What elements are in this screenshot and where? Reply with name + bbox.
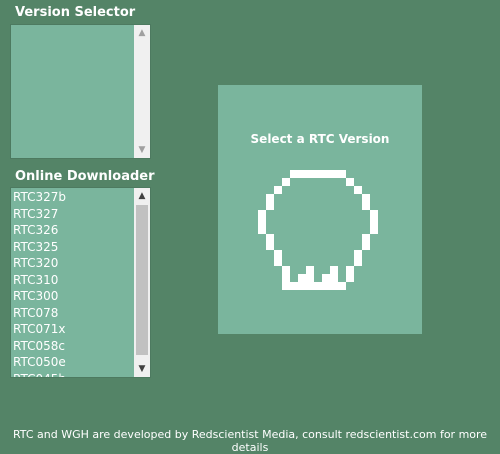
- list-item[interactable]: RTC050e: [13, 354, 134, 371]
- skull-pixel: [306, 266, 314, 282]
- online-downloader-list[interactable]: RTC327b RTC327 RTC326 RTC325 RTC320 RTC310 RTC…: [10, 187, 151, 378]
- skull-pixel: [258, 210, 266, 234]
- skull-pixel: [282, 178, 290, 186]
- online-downloader-scrollbar[interactable]: ▲ ▼: [134, 188, 150, 377]
- skull-pixel: [290, 170, 346, 178]
- skull-pixel: [354, 186, 362, 194]
- scroll-down-arrow-icon[interactable]: ▼: [134, 142, 150, 158]
- skull-pixel: [330, 266, 338, 282]
- skull-pixel: [370, 210, 378, 234]
- scroll-up-arrow-icon[interactable]: ▲: [134, 188, 150, 204]
- version-selector-list[interactable]: ▲ ▼: [10, 24, 151, 159]
- footer-credits: RTC and WGH are developed by Redscientis…: [12, 428, 488, 454]
- list-item[interactable]: RTC058c: [13, 338, 134, 355]
- skull-pixel: [322, 274, 330, 282]
- list-item[interactable]: RTC300: [13, 288, 134, 305]
- scroll-down-arrow-icon[interactable]: ▼: [134, 361, 150, 377]
- scroll-up-arrow-icon[interactable]: ▲: [134, 25, 150, 41]
- list-item[interactable]: RTC320: [13, 255, 134, 272]
- list-item[interactable]: RTC327: [13, 206, 134, 223]
- list-item[interactable]: RTC078: [13, 305, 134, 322]
- skull-pixel: [354, 250, 362, 266]
- skull-pixel: [266, 234, 274, 250]
- version-panel: Select a RTC Version: [218, 85, 422, 334]
- list-item[interactable]: RTC071x: [13, 321, 134, 338]
- skull-pixel: [274, 186, 282, 194]
- online-downloader-title: Online Downloader: [15, 169, 155, 184]
- list-item[interactable]: RTC327b: [13, 189, 134, 206]
- skull-pixel: [298, 274, 306, 282]
- panel-title: Select a RTC Version: [250, 132, 390, 146]
- list-item[interactable]: RTC045b: [13, 371, 134, 378]
- list-item[interactable]: RTC325: [13, 239, 134, 256]
- skull-pixel: [274, 250, 282, 266]
- online-downloader-items: RTC327b RTC327 RTC326 RTC325 RTC320 RTC310 RTC…: [13, 189, 134, 378]
- skull-pixel: [362, 234, 370, 250]
- version-selector-title: Version Selector: [15, 5, 136, 20]
- skull-pixel: [282, 282, 346, 290]
- list-item[interactable]: RTC310: [13, 272, 134, 289]
- scroll-thumb[interactable]: [136, 205, 148, 355]
- pixel-skull-icon: [258, 170, 378, 290]
- list-item[interactable]: RTC326: [13, 222, 134, 239]
- skull-pixel: [362, 194, 370, 210]
- skull-pixel: [266, 194, 274, 210]
- skull-pixel: [346, 178, 354, 186]
- version-selector-scrollbar[interactable]: ▲ ▼: [134, 25, 150, 158]
- skull-pixel: [346, 266, 354, 282]
- skull-pixel: [282, 266, 290, 282]
